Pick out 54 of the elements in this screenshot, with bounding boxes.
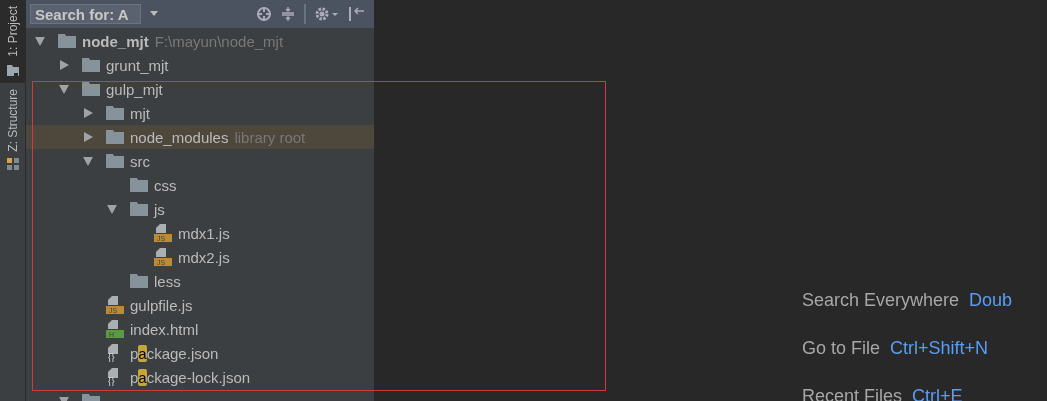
tree-item[interactable]: grunt_mjt xyxy=(26,53,374,77)
tree-item[interactable]: gulp_mjt xyxy=(26,77,374,101)
item-name: node_mjt xyxy=(82,32,149,50)
item-name: grunt_mjt xyxy=(106,56,169,74)
expander-icon[interactable] xyxy=(34,35,46,47)
expander-icon[interactable] xyxy=(82,107,94,119)
tree-item[interactable]: js xyxy=(26,197,374,221)
tree-item[interactable]: css xyxy=(26,173,374,197)
expander-icon[interactable] xyxy=(58,59,70,71)
hide-icon[interactable] xyxy=(348,6,366,22)
expander-icon[interactable] xyxy=(82,131,94,143)
folder-icon xyxy=(82,82,100,96)
folder-icon xyxy=(130,178,148,192)
item-name: js xyxy=(154,200,165,218)
expander-icon[interactable] xyxy=(82,155,94,167)
folder-icon xyxy=(130,274,148,288)
tree-item[interactable]: node_mjt F:\mayun\node_mjt xyxy=(26,29,374,53)
item-note: library root xyxy=(234,128,306,146)
item-name: src xyxy=(130,152,150,170)
item-name: gulp_mjt xyxy=(106,80,163,98)
search-field[interactable]: Search for: A xyxy=(30,4,141,24)
tree-item[interactable]: mjt xyxy=(26,101,374,125)
item-name: gulpfile.js xyxy=(130,296,193,314)
structure-icon xyxy=(5,157,20,172)
tree-item[interactable]: src xyxy=(26,149,374,173)
item-name: less xyxy=(154,272,181,290)
folder-icon xyxy=(106,130,124,144)
expander-icon[interactable] xyxy=(106,203,118,215)
hint-shortcut: Doub xyxy=(969,290,1013,311)
item-path: F:\mayun\node_mjt xyxy=(154,32,284,50)
collapse-icon[interactable] xyxy=(280,6,296,22)
caret-icon[interactable] xyxy=(149,10,159,18)
folder-icon xyxy=(82,58,100,72)
folder-icon xyxy=(106,106,124,120)
crosshair-icon[interactable] xyxy=(256,6,272,22)
item-name: mdx2.js xyxy=(178,248,230,266)
hint-label: Search Everywhere xyxy=(802,290,960,311)
tree-item[interactable]: node_modules library root xyxy=(26,125,374,149)
side-tab[interactable]: Z: Structure xyxy=(0,82,25,178)
item-name: mjt xyxy=(130,104,150,122)
item-name: mdx1.js xyxy=(178,224,230,242)
folder-icon xyxy=(58,34,76,48)
item-name: node_modules xyxy=(130,128,229,146)
folder-icon xyxy=(5,62,20,77)
expander-icon[interactable] xyxy=(58,83,70,95)
folder-icon xyxy=(130,202,148,216)
folder-icon xyxy=(106,154,124,168)
hint-label: Go to File xyxy=(802,338,881,359)
settings-icon[interactable] xyxy=(314,6,340,22)
item-name: css xyxy=(154,176,177,194)
side-tab[interactable]: 1: Project xyxy=(0,0,25,83)
tree-item[interactable]: less xyxy=(26,269,374,293)
item-name: index.html xyxy=(130,320,199,338)
hint-shortcut: Ctrl+Shift+N xyxy=(890,338,989,359)
